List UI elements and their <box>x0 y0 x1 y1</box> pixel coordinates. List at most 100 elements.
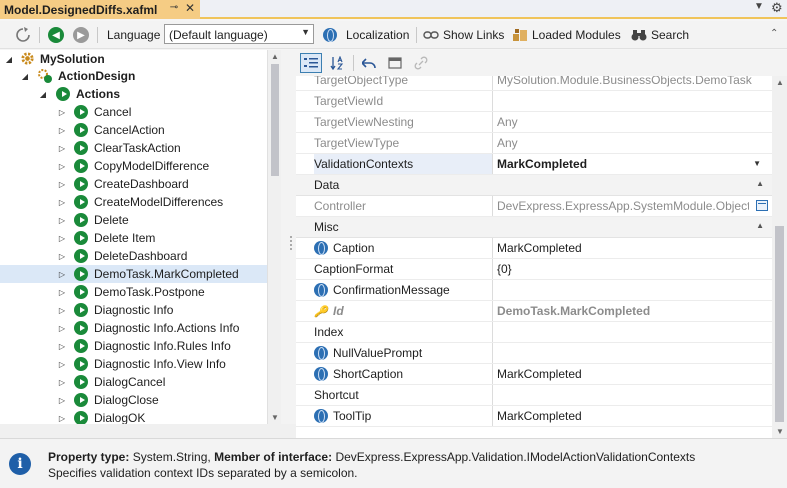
pin-icon[interactable]: ⊸ <box>168 2 180 13</box>
column-divider[interactable] <box>492 154 493 174</box>
column-divider[interactable] <box>492 385 493 405</box>
column-divider[interactable] <box>492 112 493 132</box>
column-divider[interactable] <box>492 343 493 363</box>
property-value[interactable] <box>497 343 767 363</box>
chevron-up-icon[interactable]: ⌃ <box>770 28 778 39</box>
editor-button-icon[interactable] <box>756 200 768 211</box>
expand-arrow-icon[interactable]: ▷ <box>57 396 67 405</box>
column-divider[interactable] <box>492 301 493 321</box>
property-value[interactable]: MarkCompleted <box>497 238 767 258</box>
collapse-arrow-icon[interactable]: ◢ <box>20 72 30 81</box>
alphabetical-view-button[interactable] <box>326 53 348 73</box>
tree-node-action[interactable]: ▷ DialogCancel <box>0 373 267 391</box>
expand-arrow-icon[interactable]: ▷ <box>57 216 67 225</box>
column-divider[interactable] <box>492 238 493 258</box>
tree-node-action[interactable]: ▷ CopyModelDifference <box>0 157 267 175</box>
expand-arrow-icon[interactable]: ▷ <box>57 198 67 207</box>
window-button[interactable] <box>384 53 406 73</box>
scrollbar-thumb[interactable] <box>271 64 279 176</box>
property-row[interactable]: CaptionFormat {0} <box>296 259 772 280</box>
expand-arrow-icon[interactable]: ▷ <box>57 342 67 351</box>
column-divider[interactable] <box>492 280 493 300</box>
property-value[interactable] <box>497 322 767 342</box>
tree-node-action[interactable]: ▷ Diagnostic Info.View Info <box>0 355 267 373</box>
column-divider[interactable] <box>492 196 493 216</box>
property-row[interactable]: Shortcut <box>296 385 772 406</box>
property-row[interactable]: Controller DevExpress.ExpressApp.SystemMo… <box>296 196 772 217</box>
property-row[interactable]: TargetViewId <box>296 91 772 112</box>
link-button[interactable] <box>410 53 432 73</box>
expand-arrow-icon[interactable]: ▷ <box>57 252 67 261</box>
property-row[interactable]: 🔑 Id DemoTask.MarkCompleted <box>296 301 772 322</box>
tree-node-action[interactable]: ▷ CreateModelDifferences <box>0 193 267 211</box>
tree-node-action[interactable]: ▷ Delete <box>0 211 267 229</box>
expand-arrow-icon[interactable]: ▷ <box>57 162 67 171</box>
scroll-down-icon[interactable]: ▼ <box>271 413 279 422</box>
tree-node-action[interactable]: ▷ DialogOK <box>0 409 267 424</box>
tree-vertical-scrollbar[interactable]: ▲ ▼ <box>267 50 281 424</box>
property-row[interactable]: Caption MarkCompleted <box>296 238 772 259</box>
tree-node-action[interactable]: ▷ DialogClose <box>0 391 267 409</box>
tree-node-action[interactable]: ▷ CancelAction <box>0 121 267 139</box>
tree-node-action[interactable]: ▷ Diagnostic Info <box>0 301 267 319</box>
back-icon[interactable]: ◀ <box>47 26 65 44</box>
expand-arrow-icon[interactable]: ▷ <box>57 288 67 297</box>
document-tab[interactable]: Model.DesignedDiffs.xafml ⊸ ✕ <box>0 0 200 19</box>
property-row[interactable]: NullValuePrompt <box>296 343 772 364</box>
column-divider[interactable] <box>492 259 493 279</box>
model-tree[interactable]: ◢ MySolution ◢ ActionDesign ◢ Actions ▷ C… <box>0 50 267 424</box>
scroll-up-icon[interactable]: ▲ <box>776 78 784 87</box>
gear-icon[interactable]: ⚙ <box>771 0 783 16</box>
tree-node-action[interactable]: ▷ Cancel <box>0 103 267 121</box>
collapse-arrow-icon[interactable]: ◢ <box>4 55 14 64</box>
scroll-down-icon[interactable]: ▼ <box>776 427 784 436</box>
tree-node-actions[interactable]: ◢ Actions <box>0 85 267 103</box>
tree-node-action[interactable]: ▷ DemoTask.MarkCompleted <box>0 265 267 283</box>
categorized-view-button[interactable] <box>300 53 322 73</box>
expand-arrow-icon[interactable]: ▷ <box>57 108 67 117</box>
expand-arrow-icon[interactable]: ▷ <box>57 414 67 423</box>
property-row[interactable]: TargetViewType Any <box>296 133 772 154</box>
expand-arrow-icon[interactable]: ▷ <box>57 306 67 315</box>
refresh-icon[interactable] <box>14 26 32 44</box>
property-value[interactable]: DemoTask.MarkCompleted <box>497 301 767 321</box>
expand-arrow-icon[interactable]: ▷ <box>57 360 67 369</box>
scrollbar-thumb[interactable] <box>775 226 784 422</box>
property-value[interactable]: MySolution.Module.BusinessObjects.DemoTa… <box>497 76 767 90</box>
property-value[interactable] <box>497 385 767 405</box>
collapse-arrow-icon[interactable]: ◢ <box>38 90 48 99</box>
column-divider[interactable] <box>492 364 493 384</box>
tree-node-action[interactable]: ▷ CreateDashboard <box>0 175 267 193</box>
property-row[interactable]: ToolTip MarkCompleted <box>296 406 772 427</box>
property-value[interactable]: {0} <box>497 259 767 279</box>
property-value[interactable]: DevExpress.ExpressApp.SystemModule.Objec… <box>497 196 749 216</box>
loaded-modules-button[interactable]: Loaded Modules <box>512 21 621 49</box>
tree-node-action[interactable]: ▷ DeleteDashboard <box>0 247 267 265</box>
forward-icon[interactable]: ▶ <box>72 26 90 44</box>
tree-node-action[interactable]: ▷ Delete Item <box>0 229 267 247</box>
tree-node-root[interactable]: ◢ MySolution <box>0 50 267 68</box>
column-divider[interactable] <box>492 133 493 153</box>
collapse-arrow-icon[interactable]: ▲ <box>756 179 764 188</box>
expand-arrow-icon[interactable]: ▷ <box>57 324 67 333</box>
property-value[interactable]: Any <box>497 133 767 153</box>
property-value[interactable] <box>497 280 767 300</box>
tree-node-action-design[interactable]: ◢ ActionDesign <box>0 67 267 85</box>
localization-button[interactable]: Localization <box>323 21 409 49</box>
expand-arrow-icon[interactable]: ▷ <box>57 378 67 387</box>
splitter-grip[interactable] <box>290 236 292 250</box>
tree-node-action[interactable]: ▷ Diagnostic Info.Actions Info <box>0 319 267 337</box>
property-row[interactable]: TargetObjectType MySolution.Module.Busine… <box>296 76 772 91</box>
property-value[interactable]: MarkCompleted <box>497 364 767 384</box>
search-button[interactable]: Search <box>631 21 689 49</box>
reset-value-button[interactable] <box>358 53 380 73</box>
category-misc[interactable]: Misc ▲ <box>296 217 772 238</box>
column-divider[interactable] <box>492 91 493 111</box>
expand-arrow-icon[interactable]: ▷ <box>57 234 67 243</box>
expand-arrow-icon[interactable]: ▷ <box>57 144 67 153</box>
tree-node-action[interactable]: ▷ DemoTask.Postpone <box>0 283 267 301</box>
property-grid[interactable]: TargetObjectType MySolution.Module.Busine… <box>296 76 772 438</box>
property-row[interactable]: ShortCaption MarkCompleted <box>296 364 772 385</box>
property-value[interactable]: MarkCompleted ▼ <box>497 154 767 174</box>
property-value[interactable]: Any <box>497 112 767 132</box>
